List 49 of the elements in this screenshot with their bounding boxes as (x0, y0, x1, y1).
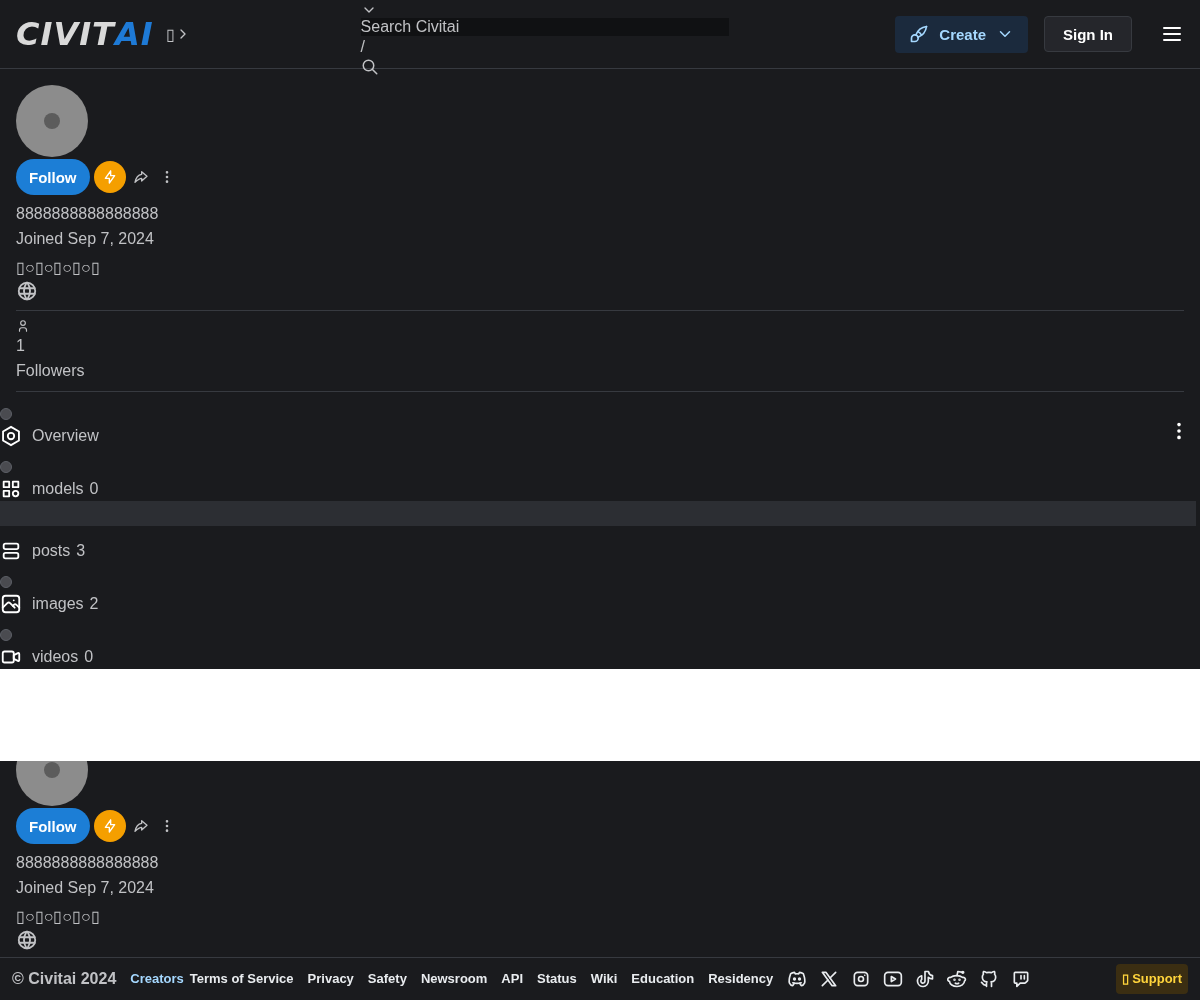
rows-icon (0, 540, 22, 562)
username: 8888888888888888 (16, 853, 160, 873)
grid-icon (0, 478, 22, 500)
search-field[interactable]: Search Civitai (360, 18, 729, 36)
footer-link[interactable]: Residency (708, 971, 774, 986)
share-icon[interactable] (132, 169, 149, 185)
user-icon (16, 319, 30, 333)
search-icon[interactable] (360, 58, 379, 76)
copyright: © Civitai 2024 (12, 969, 117, 988)
globe-icon[interactable] (16, 929, 38, 951)
create-button[interactable]: Create (895, 15, 1028, 53)
brush-icon (909, 24, 930, 44)
joined-date: Joined Sep 7, 2024 (16, 229, 155, 249)
tip-button[interactable] (93, 810, 126, 842)
footer-link[interactable]: Creators (130, 971, 184, 986)
tip-button[interactable] (93, 161, 126, 193)
profile-tab[interactable]: videos 0 (0, 645, 1200, 669)
badges: ▯○▯○▯○▯○▯ (16, 255, 1184, 280)
footer-link[interactable]: Newsroom (420, 971, 488, 986)
discord-logo-icon[interactable] (787, 968, 808, 989)
footer-link[interactable]: Education (631, 971, 695, 986)
globe-icon[interactable] (16, 280, 38, 302)
profile-tab[interactable]: posts 3 (0, 539, 1200, 563)
profile-tab[interactable]: Overview (0, 424, 1200, 448)
followers-label: Followers (16, 361, 86, 381)
civitai-logo[interactable]: CIVITAI (16, 18, 154, 50)
missing-glyph: ▯ (165, 24, 175, 44)
image-icon (0, 593, 22, 615)
share-icon[interactable] (132, 818, 149, 834)
hexagon-icon (0, 425, 22, 447)
footer-link[interactable]: Wiki (590, 971, 618, 986)
username: 8888888888888888 (16, 204, 160, 224)
follow-button[interactable]: Follow (16, 808, 90, 844)
sign-in-button[interactable]: Sign In (1044, 16, 1132, 52)
footer-link[interactable]: Privacy (307, 971, 354, 986)
profile-tab[interactable]: models 0 (0, 477, 1200, 501)
joined-date: Joined Sep 7, 2024 (16, 878, 155, 898)
profile-tab[interactable]: images 2 (0, 592, 1200, 616)
badges: ▯○▯○▯○▯○▯ (16, 904, 1184, 929)
support-button[interactable]: ▯ Support (1115, 963, 1188, 994)
footer-link[interactable]: Status (537, 971, 577, 986)
tiktok-logo-icon[interactable] (915, 968, 936, 989)
footer-link[interactable]: Safety (367, 971, 407, 986)
reddit-logo-icon[interactable] (947, 968, 968, 989)
followers-count: 1 (16, 336, 26, 356)
footer-link[interactable]: Terms of Service (189, 971, 294, 986)
follow-button[interactable]: Follow (16, 159, 90, 195)
shortcut-key: / (360, 36, 365, 58)
footer-link[interactable]: API (501, 971, 523, 986)
